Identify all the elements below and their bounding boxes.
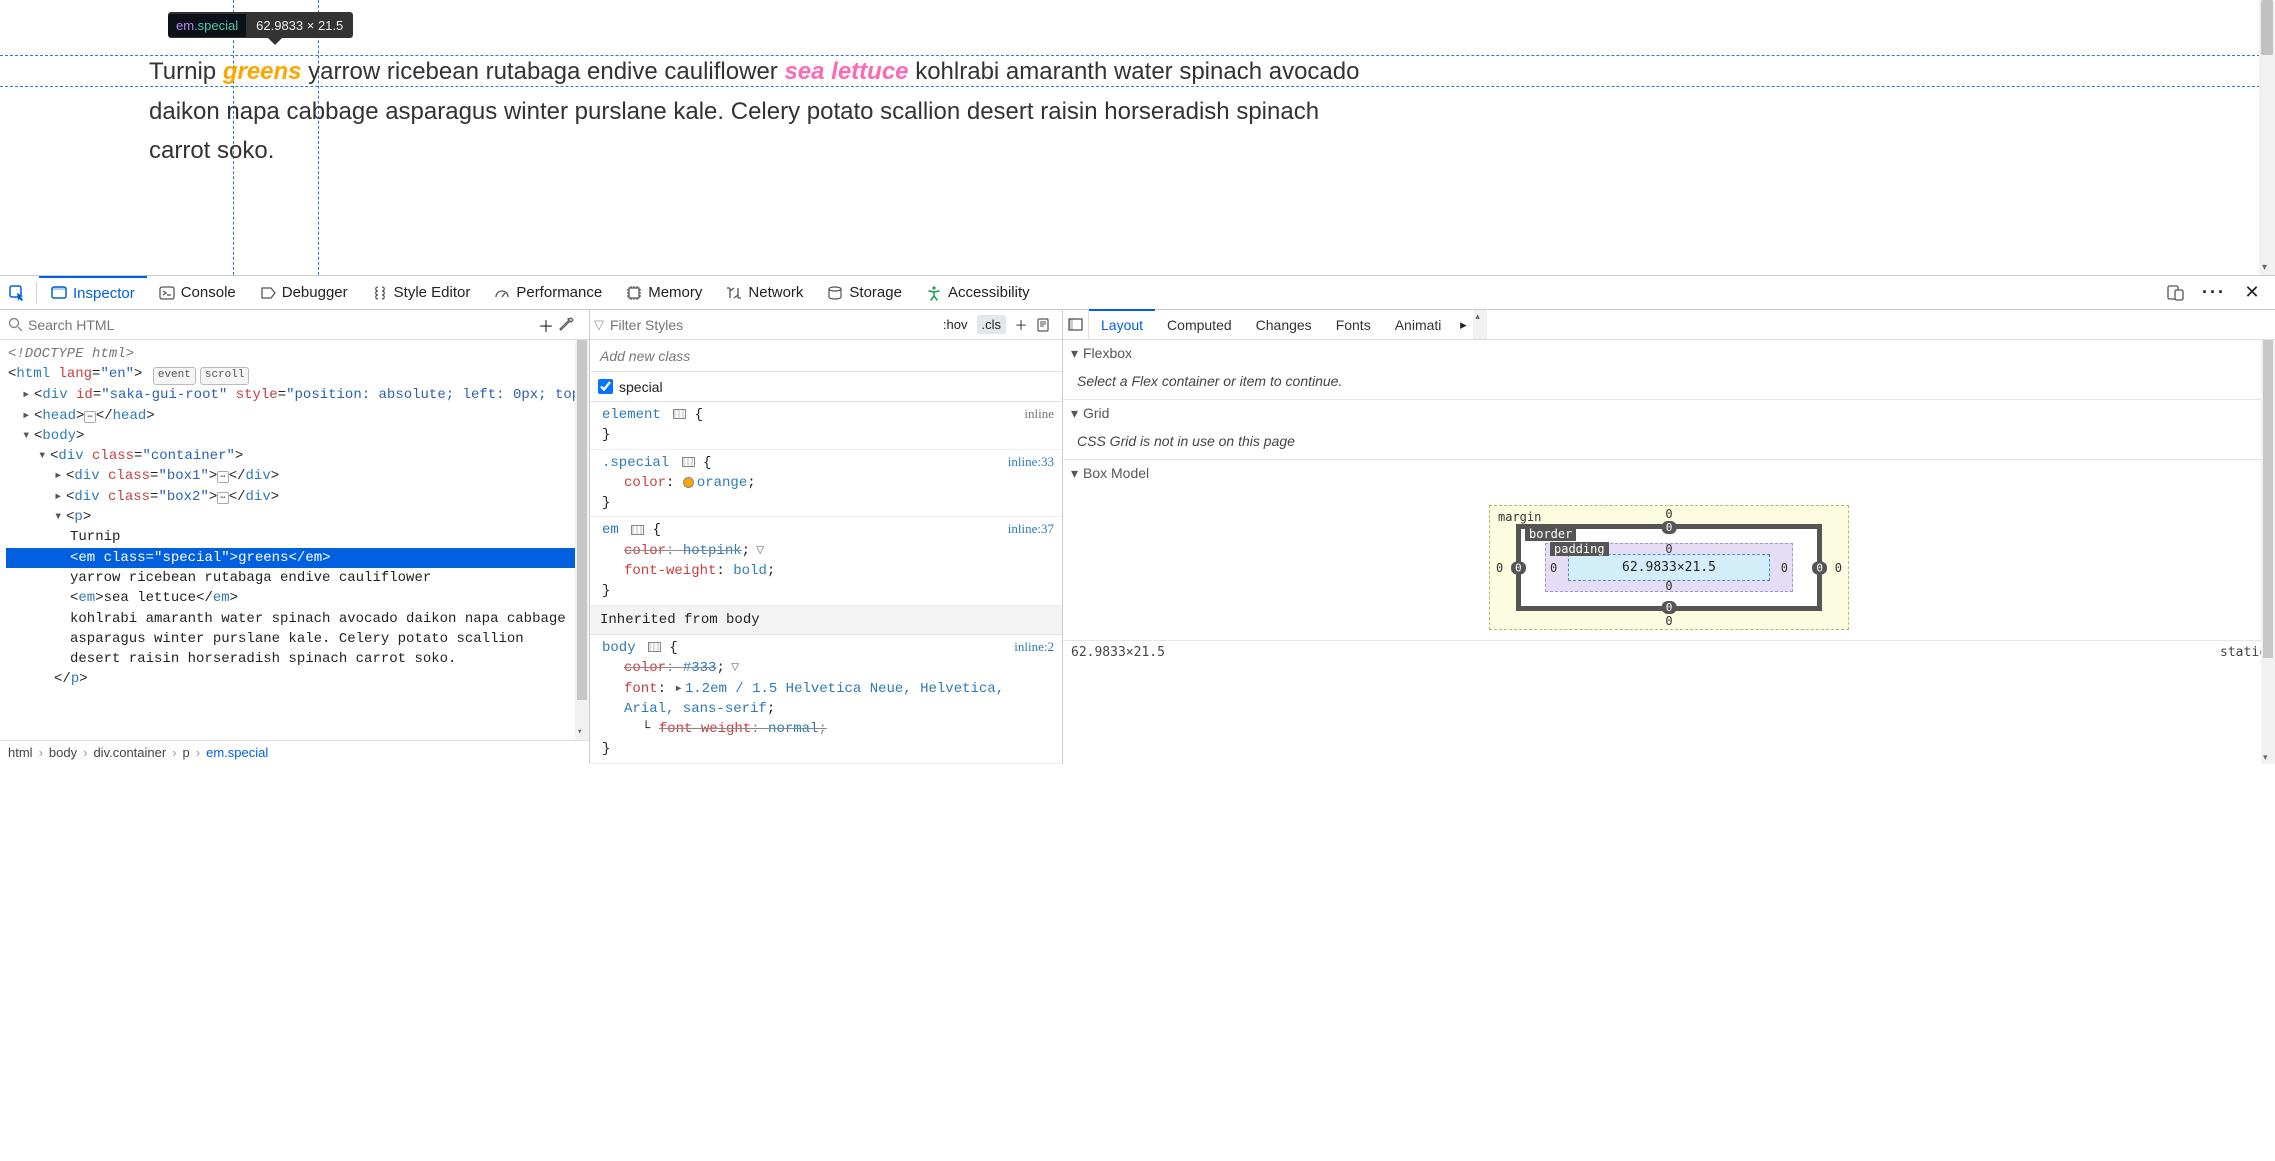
page-scrollbar[interactable]: ▾ — [2259, 0, 2275, 275]
tab-memory[interactable]: Memory — [614, 277, 714, 309]
style-rules[interactable]: inline element { } inline:33 .special { … — [590, 402, 1062, 764]
html-tree-scrollbar[interactable]: ▾ — [575, 340, 589, 740]
add-node-button[interactable]: ＋ — [533, 313, 559, 337]
layout-scrollbar[interactable]: ▾ — [2261, 340, 2275, 764]
tab-debugger[interactable]: Debugger — [248, 277, 360, 309]
layout-tab-animations[interactable]: Animati — [1383, 310, 1454, 340]
crumb-div[interactable]: div.container — [93, 745, 166, 760]
tab-inspector[interactable]: Inspector — [39, 276, 147, 308]
cls-toggle[interactable]: .cls — [977, 315, 1007, 334]
p-node[interactable]: ▾<p> — [6, 507, 589, 527]
flex-icon[interactable] — [682, 457, 695, 467]
rule-em[interactable]: inline:37 em { color: hotpink;▽ font-wei… — [590, 517, 1062, 605]
flex-icon[interactable] — [648, 642, 661, 652]
flex-icon[interactable] — [673, 409, 686, 419]
sidebar-toggle-button[interactable] — [1063, 310, 1089, 339]
tab-storage[interactable]: Storage — [815, 277, 914, 309]
tab-accessibility[interactable]: Accessibility — [914, 277, 1042, 309]
class-checkbox-row[interactable]: special — [590, 372, 1062, 402]
doctype-line[interactable]: <!DOCTYPE html> — [6, 344, 589, 364]
flex-icon[interactable] — [631, 525, 644, 535]
crumb-p[interactable]: p — [183, 745, 190, 760]
box1-node[interactable]: ▸<div class="box1">⋯</div> — [6, 466, 589, 486]
text-rest[interactable]: kohlrabi amaranth water spinach avocado … — [6, 609, 589, 670]
rule-special[interactable]: inline:33 .special { color: orange; } — [590, 450, 1062, 518]
crumb-html[interactable]: html — [8, 745, 33, 760]
em-special: greens — [223, 58, 302, 85]
devtools: Inspector Console Debugger Style Editor … — [0, 275, 2275, 764]
breadcrumb: html› body› div.container› p› em.special — [0, 740, 589, 764]
layout-panel: Layout Computed Changes Fonts Animati ▸ … — [1063, 310, 2275, 764]
saka-node[interactable]: ▸<div id="saka-gui-root" style="position… — [6, 385, 589, 405]
em-plain: sea lettuce — [784, 58, 908, 85]
devtools-close-button[interactable]: ✕ — [2235, 277, 2269, 309]
devtools-tabbar: Inspector Console Debugger Style Editor … — [0, 276, 2275, 310]
class-checkbox[interactable] — [598, 379, 613, 394]
funnel-icon[interactable]: ▽ — [731, 660, 739, 676]
boxmodel-status: 62.9833×21.5static — [1063, 640, 2275, 664]
rule-element[interactable]: inline element { } — [590, 402, 1062, 450]
boxmodel-section-header[interactable]: ▾Box Model — [1063, 460, 2275, 487]
text-turnip[interactable]: Turnip — [6, 527, 589, 547]
body-node[interactable]: ▾<body> — [6, 426, 589, 446]
eyedropper-button[interactable] — [559, 317, 585, 332]
flexbox-hint: Select a Flex container or item to conti… — [1063, 367, 2275, 399]
selected-node[interactable]: <em class="special">greens</em> — [6, 548, 589, 568]
crumb-em[interactable]: em.special — [206, 745, 268, 760]
tab-console[interactable]: Console — [147, 277, 248, 309]
add-rule-button[interactable]: ＋ — [1010, 315, 1032, 334]
filter-styles-input[interactable] — [610, 317, 934, 333]
pick-element-button[interactable] — [0, 277, 34, 309]
scroll-down-icon[interactable]: ▾ — [2262, 262, 2267, 273]
grid-hint: CSS Grid is not in use on this page — [1063, 427, 2275, 459]
layout-tabs-more[interactable]: ▸ — [1453, 317, 1473, 333]
tab-performance[interactable]: Performance — [482, 277, 614, 309]
filter-icon: ▽ — [594, 317, 604, 333]
layout-tab-fonts[interactable]: Fonts — [1324, 310, 1383, 340]
devtools-more-button[interactable]: ··· — [2197, 277, 2231, 309]
scrollbar-thumb[interactable] — [2261, 0, 2273, 55]
page-paragraph: Turnip greens yarrow ricebean rutabaga e… — [149, 52, 1369, 171]
layout-tab-computed[interactable]: Computed — [1155, 310, 1244, 340]
head-node[interactable]: ▸<head>⋯</head> — [6, 406, 589, 426]
rule-body[interactable]: inline:2 body { color: #333;▽ font: ▸1.2… — [590, 635, 1062, 764]
html-node[interactable]: <html lang="en"> eventscroll — [6, 364, 589, 385]
em2-node[interactable]: <em>sea lettuce</em> — [6, 588, 589, 608]
container-node[interactable]: ▾<div class="container"> — [6, 446, 589, 466]
inherited-header: Inherited from body — [590, 606, 1062, 635]
tab-style-editor[interactable]: Style Editor — [360, 277, 483, 309]
styles-panel: ▽ :hov .cls ＋ Add new class special inli… — [590, 310, 1063, 764]
add-class-input[interactable]: Add new class — [590, 340, 1062, 372]
print-media-button[interactable] — [1036, 318, 1058, 332]
crumb-body[interactable]: body — [49, 745, 77, 760]
layout-tab-layout[interactable]: Layout — [1089, 309, 1155, 339]
text-mid[interactable]: yarrow ricebean rutabaga endive cauliflo… — [6, 568, 589, 588]
inspector-tooltip: em.special 62.9833 × 21.5 — [168, 12, 353, 38]
box-model-content[interactable]: 62.9833×21.5 — [1568, 554, 1770, 581]
layout-tab-changes[interactable]: Changes — [1244, 310, 1324, 340]
box-model-diagram[interactable]: margin 0 0 0 0 border 0 0 0 0 — [1489, 505, 1849, 630]
box2-node[interactable]: ▸<div class="box2">⋯</div> — [6, 487, 589, 507]
p-close[interactable]: </p> — [6, 669, 589, 689]
responsive-mode-button[interactable] — [2159, 277, 2193, 309]
flexbox-section-header[interactable]: ▾Flexbox — [1063, 340, 2275, 367]
search-html-input[interactable] — [28, 317, 533, 333]
hov-toggle[interactable]: :hov — [938, 315, 973, 334]
tab-network[interactable]: Network — [714, 277, 815, 309]
html-tree[interactable]: <!DOCTYPE html> <html lang="en"> eventsc… — [0, 340, 589, 740]
funnel-icon[interactable]: ▽ — [756, 543, 764, 559]
grid-section-header[interactable]: ▾Grid — [1063, 400, 2275, 427]
html-panel: ＋ <!DOCTYPE html> <html lang="en"> event… — [0, 310, 590, 764]
layout-body: ▾Flexbox Select a Flex container or item… — [1063, 340, 2275, 764]
rendered-page: em.special 62.9833 × 21.5 Turnip greens … — [0, 0, 2275, 275]
search-icon — [8, 317, 24, 332]
